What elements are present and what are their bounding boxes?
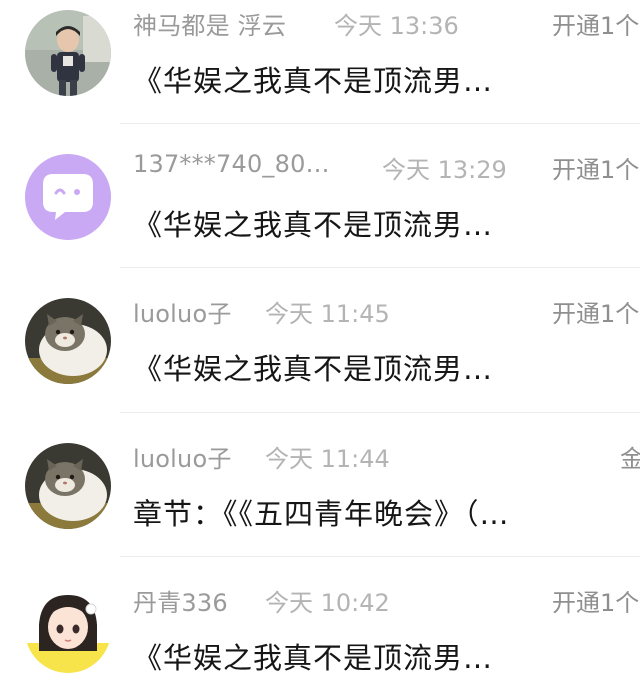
message-time: 今天 13:36 <box>334 12 459 40</box>
sender-name: 丹青336 <box>133 589 228 617</box>
message-list: 神马都是 浮云 今天 13:36 开通1个 《华娱之我真不是顶流男… 137**… <box>0 0 640 678</box>
sender-name: luoluo子 <box>133 445 232 473</box>
list-item[interactable]: 137***740_80… 今天 13:29 开通1个 《华娱之我真不是顶流男… <box>0 122 640 266</box>
sender-name: luoluo子 <box>133 300 232 328</box>
boy-photo-avatar-icon[interactable] <box>25 10 111 96</box>
action-label[interactable]: 金 <box>620 439 640 474</box>
message-time: 今天 11:45 <box>265 300 390 328</box>
chat-bubble-default-avatar-icon[interactable] <box>25 154 111 240</box>
message-time: 今天 11:44 <box>265 445 390 473</box>
cat-photo-avatar-icon[interactable] <box>25 443 111 529</box>
divider <box>120 267 640 268</box>
divider <box>120 123 640 124</box>
message-preview: 《华娱之我真不是顶流男… <box>133 352 494 386</box>
message-time: 今天 13:29 <box>382 156 507 184</box>
action-label[interactable]: 开通1个 <box>552 150 639 185</box>
list-item[interactable]: 丹青336 今天 10:42 开通1个 《华娱之我真不是顶流男… <box>0 555 640 678</box>
message-preview: 《华娱之我真不是顶流男… <box>133 641 494 675</box>
action-label[interactable]: 开通1个 <box>552 6 639 41</box>
action-label[interactable]: 开通1个 <box>552 583 639 618</box>
sender-name: 神马都是 浮云 <box>133 12 287 40</box>
divider <box>120 412 640 413</box>
divider <box>120 556 640 557</box>
message-preview: 章节：《《五四青年晚会》（… <box>133 497 510 531</box>
message-preview: 《华娱之我真不是顶流男… <box>133 64 494 98</box>
list-item[interactable]: 神马都是 浮云 今天 13:36 开通1个 《华娱之我真不是顶流男… <box>0 0 640 122</box>
cat-photo-avatar-icon[interactable] <box>25 298 111 384</box>
anime-girl-avatar-icon[interactable] <box>25 587 111 673</box>
sender-name: 137***740_80… <box>133 150 330 178</box>
list-item[interactable]: luoluo子 今天 11:44 金 章节：《《五四青年晚会》（… <box>0 411 640 555</box>
action-label[interactable]: 开通1个 <box>552 294 639 329</box>
list-item[interactable]: luoluo子 今天 11:45 开通1个 《华娱之我真不是顶流男… <box>0 266 640 410</box>
message-time: 今天 10:42 <box>265 589 390 617</box>
message-preview: 《华娱之我真不是顶流男… <box>133 208 494 242</box>
